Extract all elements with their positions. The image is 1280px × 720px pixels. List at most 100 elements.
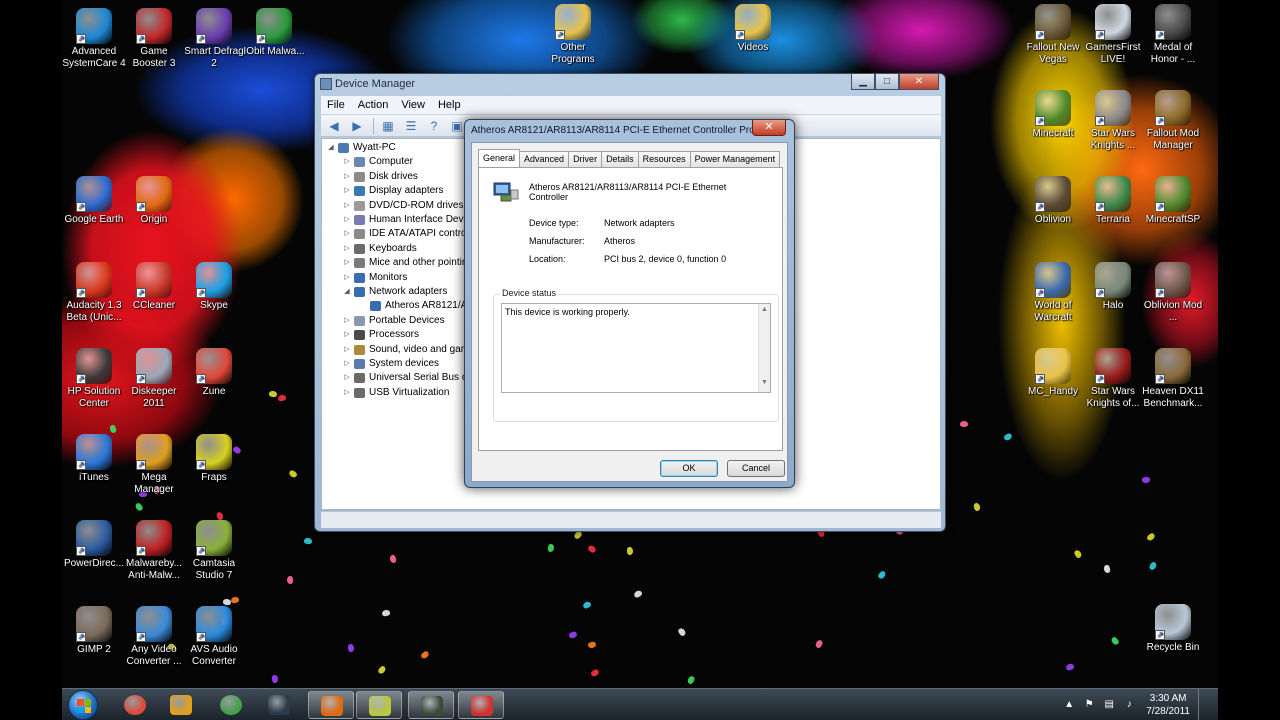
close-button[interactable]: ✕ bbox=[899, 74, 939, 90]
desktop-icon[interactable]: ↗ Terraria bbox=[1081, 176, 1145, 226]
dialog-close-button[interactable]: ✕ bbox=[752, 120, 786, 136]
expander-icon[interactable]: ▷ bbox=[342, 256, 352, 270]
expander-icon[interactable]: ▷ bbox=[342, 242, 352, 256]
desktop-icon[interactable]: ↗ Medal of Honor - ... bbox=[1141, 4, 1205, 66]
expander-icon[interactable]: ▷ bbox=[342, 271, 352, 285]
desktop-icon[interactable]: ↗ HP Solution Center bbox=[62, 348, 126, 410]
tree-category-node[interactable]: ▷ DVD/CD-ROM drives bbox=[342, 199, 463, 213]
desktop-icon[interactable]: ↗ IObit Malwa... bbox=[242, 8, 306, 58]
expander-icon[interactable]: ▷ bbox=[342, 213, 352, 227]
device-properties-dialog[interactable]: Atheros AR8121/AR8113/AR8114 PCI-E Ether… bbox=[464, 119, 795, 488]
desktop-icon[interactable]: ↗ Heaven DX11 Benchmark... bbox=[1141, 348, 1205, 410]
utorrent-taskbar-button[interactable] bbox=[208, 691, 254, 719]
expander-icon[interactable]: ▷ bbox=[342, 343, 352, 357]
desktop-icon[interactable]: ↗ Fraps bbox=[182, 434, 246, 484]
desktop-icon[interactable]: ↗ Fallout New Vegas bbox=[1021, 4, 1085, 66]
tab-power-management[interactable]: Power Management bbox=[689, 151, 781, 167]
desktop-icon[interactable]: ↗ Mega Manager bbox=[122, 434, 186, 496]
tab-advanced[interactable]: Advanced bbox=[519, 151, 570, 167]
desktop-icon[interactable]: ↗ iTunes bbox=[62, 434, 126, 484]
expander-icon[interactable]: ▷ bbox=[342, 155, 352, 169]
tree-category-node[interactable]: ▷ IDE ATA/ATAPI contro bbox=[342, 227, 467, 241]
desktop-icon[interactable]: ↗ MC_Handy bbox=[1021, 348, 1085, 398]
volume-icon[interactable]: ♪ bbox=[1122, 698, 1136, 712]
expander-icon[interactable]: ▷ bbox=[342, 227, 352, 241]
desktop-icon[interactable]: ↗ Advanced SystemCare 4 bbox=[62, 8, 126, 70]
tree-category-node[interactable]: ▷ USB Virtualization bbox=[342, 386, 449, 400]
desktop-icon[interactable]: ↗ Recycle Bin bbox=[1141, 604, 1205, 654]
scroll-up-icon[interactable]: ▲ bbox=[759, 306, 770, 313]
desktop-icon[interactable]: ↗ Game Booster 3 bbox=[122, 8, 186, 70]
device-status-textbox[interactable]: This device is working properly. ▲ ▼ bbox=[501, 303, 771, 393]
clock[interactable]: 3:30 AM 7/28/2011 bbox=[1146, 692, 1190, 718]
origin-taskbar-button[interactable] bbox=[308, 691, 354, 719]
forward-icon[interactable]: ▶ bbox=[348, 118, 366, 134]
status-scrollbar[interactable]: ▲ ▼ bbox=[758, 304, 770, 392]
network-icon[interactable]: ▤ bbox=[1102, 698, 1116, 712]
show-desktop-button[interactable] bbox=[1198, 689, 1208, 720]
help-icon[interactable]: ? bbox=[425, 118, 443, 134]
desktop-icon[interactable]: ↗ Zune bbox=[182, 348, 246, 398]
desktop-icon[interactable]: ↗ Origin bbox=[122, 176, 186, 226]
desktop-icon[interactable]: ↗ Skype bbox=[182, 262, 246, 312]
desktop-icon[interactable]: ↗ Oblivion Mod ... bbox=[1141, 262, 1205, 324]
desktop-icon[interactable]: ↗ Audacity 1.3 Beta (Unic... bbox=[62, 262, 126, 324]
desktop-icon[interactable]: ↗ Star Wars Knights ... bbox=[1081, 90, 1145, 152]
desktop-icon[interactable]: ↗ PowerDirec... bbox=[62, 520, 126, 570]
menu-action[interactable]: Action bbox=[358, 99, 389, 111]
steam-taskbar-button[interactable] bbox=[256, 691, 302, 719]
maximize-button[interactable]: □ bbox=[875, 74, 899, 90]
expander-icon[interactable]: ◢ bbox=[326, 141, 336, 155]
start-button[interactable] bbox=[68, 690, 98, 720]
chrome-taskbar-button[interactable] bbox=[112, 691, 158, 719]
desktop-icon[interactable]: ↗ Diskeeper 2011 bbox=[122, 348, 186, 410]
tree-root-node[interactable]: ◢ Wyatt-PC bbox=[326, 141, 396, 155]
expander-icon[interactable]: ▷ bbox=[342, 199, 352, 213]
tree-category-node[interactable]: ▷ Universal Serial Bus co bbox=[342, 371, 472, 385]
tree-category-node[interactable]: ▷ Processors bbox=[342, 328, 419, 342]
tree-device-node[interactable]: Atheros AR8121/AR bbox=[358, 299, 475, 313]
desktop-icon[interactable]: ↗ GamersFirst LIVE! bbox=[1081, 4, 1145, 66]
tree-category-node[interactable]: ▷ Sound, video and gam bbox=[342, 343, 469, 357]
desktop-icon[interactable]: ↗ Halo bbox=[1081, 262, 1145, 312]
tree-category-node[interactable]: ▷ System devices bbox=[342, 357, 439, 371]
expander-icon[interactable]: ◢ bbox=[342, 285, 352, 299]
back-icon[interactable]: ◀ bbox=[325, 118, 343, 134]
tree-category-node[interactable]: ◢ Network adapters bbox=[342, 285, 447, 299]
expander-icon[interactable]: ▷ bbox=[342, 357, 352, 371]
tray-chevron-icon[interactable]: ▲ bbox=[1062, 698, 1076, 712]
action-center-flag-icon[interactable]: ⚑ bbox=[1082, 698, 1096, 712]
expander-icon[interactable]: ▷ bbox=[342, 371, 352, 385]
desktop-icon[interactable]: ↗ AVS Audio Converter bbox=[182, 606, 246, 668]
desktop-icon[interactable]: ↗ Star Wars Knights of... bbox=[1081, 348, 1145, 410]
winamp-taskbar-button[interactable] bbox=[158, 691, 204, 719]
desktop-icon[interactable]: ↗ GIMP 2 bbox=[62, 606, 126, 656]
desktop-icon[interactable]: ↗ Oblivion bbox=[1021, 176, 1085, 226]
properties-grid-icon[interactable]: ▦ bbox=[379, 118, 397, 134]
tree-category-node[interactable]: ▷ Monitors bbox=[342, 271, 407, 285]
desktop-icon[interactable]: ↗ Smart Defrag 2 bbox=[182, 8, 246, 70]
tree-category-node[interactable]: ▷ Display adapters bbox=[342, 184, 443, 198]
ok-button[interactable]: OK bbox=[660, 460, 718, 477]
desktop-icon[interactable]: ↗ Other Programs bbox=[541, 4, 605, 66]
desktop-icon[interactable]: ↗ CCleaner bbox=[122, 262, 186, 312]
desktop-icon[interactable]: ↗ Any Video Converter ... bbox=[122, 606, 186, 668]
scroll-down-icon[interactable]: ▼ bbox=[759, 379, 770, 386]
desktop-icon[interactable]: ↗ Malwareby... Anti-Malw... bbox=[122, 520, 186, 582]
minimize-button[interactable]: ▁ bbox=[851, 74, 875, 90]
desktop-icon[interactable]: ↗ World of Warcraft bbox=[1021, 262, 1085, 324]
desktop-icon[interactable]: ↗ Videos bbox=[721, 4, 785, 54]
recorder-taskbar-button[interactable] bbox=[408, 691, 454, 719]
tab-resources[interactable]: Resources bbox=[637, 151, 691, 167]
menu-help[interactable]: Help bbox=[438, 99, 461, 111]
tab-general[interactable]: General bbox=[478, 149, 521, 167]
menu-file[interactable]: File bbox=[327, 99, 345, 111]
desktop-icon[interactable]: ↗ Minecraft bbox=[1021, 90, 1085, 140]
camtasia-taskbar-button[interactable] bbox=[356, 691, 402, 719]
desktop-icon[interactable]: ↗ Camtasia Studio 7 bbox=[182, 520, 246, 582]
expander-icon[interactable]: ▷ bbox=[342, 386, 352, 400]
desktop-icon[interactable]: ↗ MinecraftSP bbox=[1141, 176, 1205, 226]
expander-icon[interactable]: ▷ bbox=[342, 184, 352, 198]
tree-category-node[interactable]: ▷ Disk drives bbox=[342, 170, 418, 184]
tree-category-node[interactable]: ▷ Human Interface Devic bbox=[342, 213, 471, 227]
